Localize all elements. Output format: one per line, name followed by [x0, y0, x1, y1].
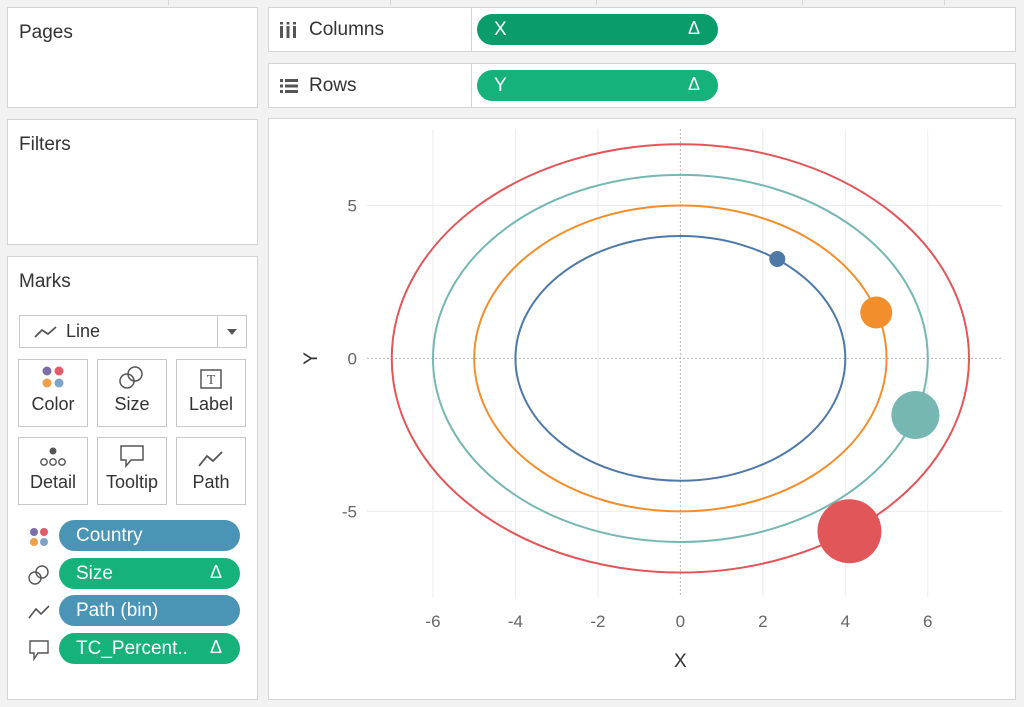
x-tick-label: 2	[758, 612, 767, 631]
tick-labels: -6 -4 -2 0 2 4 6 -5 0 5	[342, 196, 933, 631]
label-card[interactable]: T Label	[176, 359, 246, 427]
marks-title: Marks	[19, 271, 71, 292]
x-tick-label: 6	[923, 612, 932, 631]
rows-label: Rows	[309, 74, 357, 96]
columns-shelf-label: Columns	[269, 8, 472, 51]
columns-label: Columns	[309, 18, 384, 40]
field-size: Size Δ	[27, 558, 242, 590]
data-point	[860, 296, 893, 329]
tooltip-speech-icon	[27, 639, 51, 661]
data-point	[817, 499, 882, 564]
delta-icon: Δ	[209, 637, 222, 657]
detail-card[interactable]: Detail	[18, 437, 88, 505]
top-divider	[802, 0, 803, 5]
filters-title: Filters	[19, 134, 71, 155]
color-card[interactable]: Color	[18, 359, 88, 427]
path-line-icon	[198, 438, 224, 472]
path-card-label: Path	[192, 472, 230, 492]
tooltip-card[interactable]: Tooltip	[97, 437, 167, 505]
data-point	[891, 391, 940, 439]
x-pill-label: X	[494, 18, 507, 40]
size-pill[interactable]: Size Δ	[59, 558, 240, 589]
path-bin-pill[interactable]: Path (bin)	[59, 595, 240, 626]
pages-title: Pages	[19, 22, 73, 43]
rows-shelf[interactable]: Rows Y Δ	[268, 63, 1016, 108]
field-country: Country	[27, 520, 242, 552]
color-card-label: Color	[31, 394, 75, 414]
x-tick-label: 4	[841, 612, 850, 631]
mark-type-select[interactable]: Line	[19, 315, 247, 348]
tc-percent-pill[interactable]: TC_Percent.. Δ	[59, 633, 240, 664]
filters-panel[interactable]: Filters	[7, 119, 258, 245]
line-chart-icon	[34, 325, 58, 339]
size-pill-label: Size	[76, 562, 113, 584]
size-card[interactable]: Size	[97, 359, 167, 427]
tooltip-speech-icon	[119, 438, 145, 472]
size-card-label: Size	[114, 394, 150, 414]
svg-text:T: T	[207, 373, 216, 388]
delta-icon: Δ	[687, 18, 700, 38]
field-path: Path (bin)	[27, 595, 242, 627]
x-tick-label: 0	[676, 612, 685, 631]
columns-shelf[interactable]: Columns X Δ	[268, 7, 1016, 52]
detail-dots-icon	[39, 438, 67, 472]
y-tick-label: 0	[348, 349, 357, 368]
label-card-label: Label	[188, 394, 234, 414]
y-pill-label: Y	[494, 74, 507, 96]
y-tick-label: -5	[342, 502, 357, 521]
columns-icon	[279, 21, 301, 39]
size-circles-icon	[27, 564, 51, 586]
country-pill[interactable]: Country	[59, 520, 240, 551]
path-bin-pill-label: Path (bin)	[76, 599, 159, 621]
delta-icon: Δ	[209, 562, 222, 582]
x-tick-label: -4	[508, 612, 523, 631]
rows-shelf-label: Rows	[269, 64, 472, 107]
y-axis-title: Y	[301, 352, 322, 365]
marks-panel: Marks Line Color Size T Label Detail Too…	[7, 256, 258, 700]
pages-panel[interactable]: Pages	[7, 7, 258, 108]
data-point	[769, 251, 786, 267]
top-divider	[390, 0, 391, 5]
color-dots-icon	[27, 526, 51, 548]
path-card[interactable]: Path	[176, 437, 246, 505]
chevron-down-icon[interactable]	[217, 316, 246, 347]
x-tick-label: -2	[590, 612, 605, 631]
top-divider	[168, 0, 169, 5]
path-line-icon	[27, 601, 51, 623]
top-divider	[944, 0, 945, 5]
x-axis-title: X	[674, 651, 687, 672]
delta-icon: Δ	[687, 74, 700, 94]
y-pill[interactable]: Y Δ	[477, 70, 718, 101]
label-text-icon: T	[199, 360, 223, 394]
mark-type-label: Line	[66, 321, 101, 341]
country-pill-label: Country	[76, 524, 143, 546]
y-tick-label: 5	[348, 196, 357, 215]
scatter-chart[interactable]: -6 -4 -2 0 2 4 6 -5 0 5 X Y	[269, 119, 1015, 699]
zero-lines	[367, 129, 1002, 597]
x-tick-label: -6	[425, 612, 440, 631]
rows-icon	[279, 78, 301, 94]
top-divider	[596, 0, 597, 5]
size-circles-icon	[118, 360, 146, 394]
viz-panel[interactable]: -6 -4 -2 0 2 4 6 -5 0 5 X Y	[268, 118, 1016, 700]
grid-layer	[367, 129, 1002, 597]
detail-card-label: Detail	[29, 472, 77, 492]
tc-percent-pill-label: TC_Percent..	[76, 637, 188, 659]
color-dots-icon	[40, 360, 66, 394]
tooltip-card-label: Tooltip	[105, 472, 159, 492]
x-pill[interactable]: X Δ	[477, 14, 718, 45]
field-tc-percent: TC_Percent.. Δ	[27, 633, 242, 665]
